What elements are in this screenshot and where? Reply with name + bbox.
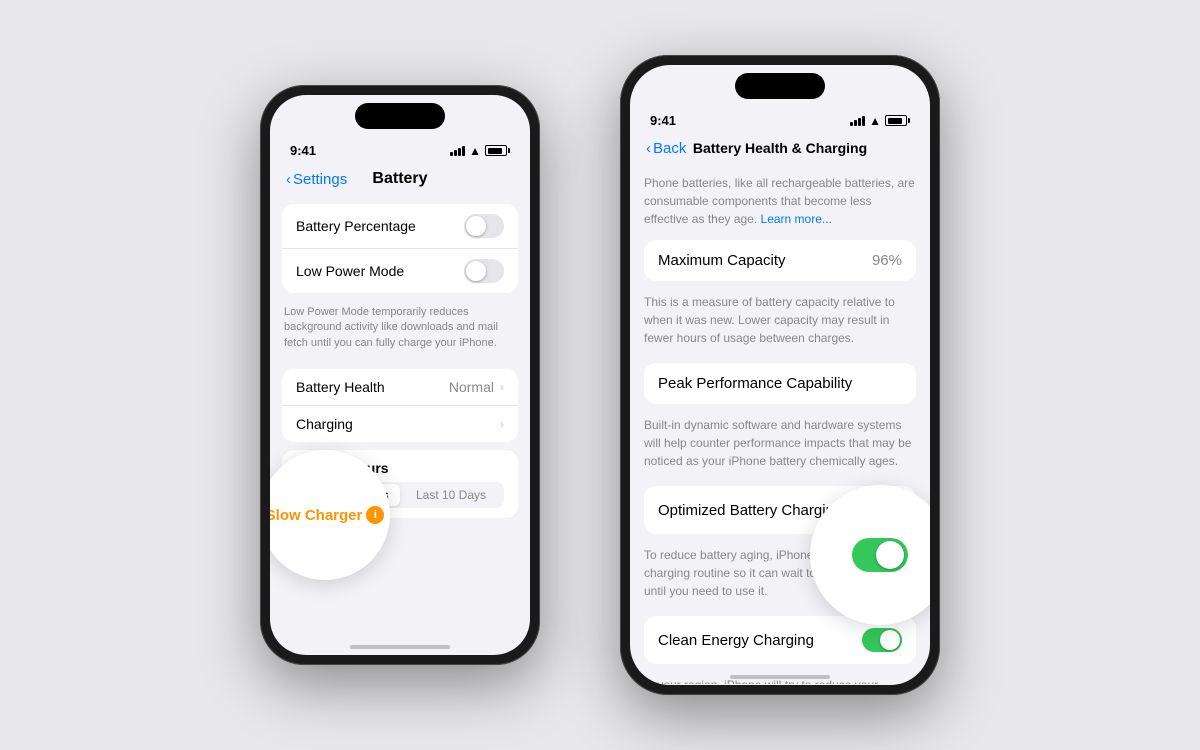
home-indicator-1 bbox=[350, 645, 450, 649]
wifi-icon-2: ▲ bbox=[869, 114, 881, 128]
phone-2-screen: 9:41 ▲ ‹ Back bbox=[630, 65, 930, 685]
battery-percentage-label: Battery Percentage bbox=[296, 218, 416, 234]
signal-icon bbox=[450, 146, 465, 156]
low-power-row[interactable]: Low Power Mode bbox=[282, 249, 518, 293]
battery-health-section: Battery Health Normal › Charging › bbox=[282, 369, 518, 442]
nav-bar-1: ‹ Settings Battery bbox=[270, 166, 530, 196]
peak-performance-desc: Built-in dynamic software and hardware s… bbox=[630, 410, 930, 480]
home-indicator-2 bbox=[730, 675, 830, 679]
dynamic-island-1 bbox=[355, 103, 445, 129]
learn-more-intro[interactable]: Learn more... bbox=[761, 212, 832, 226]
battery-health-label: Battery Health bbox=[296, 379, 385, 395]
chevron-right-icon-charging: › bbox=[500, 417, 504, 431]
chevron-left-icon: ‹ bbox=[286, 171, 291, 188]
max-capacity-desc: This is a measure of battery capacity re… bbox=[630, 287, 930, 357]
battery-health-value: Normal bbox=[449, 379, 494, 395]
tab-10d[interactable]: Last 10 Days bbox=[400, 484, 502, 506]
battery-icon-2 bbox=[885, 115, 910, 126]
battery-health-row[interactable]: Battery Health Normal › bbox=[282, 369, 518, 406]
signal-icon-2 bbox=[850, 116, 865, 126]
slow-charger-badge: Slow Charger i bbox=[270, 450, 390, 580]
back-button-1[interactable]: ‹ Settings bbox=[286, 171, 347, 188]
low-power-toggle[interactable] bbox=[464, 259, 504, 283]
info-icon[interactable]: i bbox=[366, 506, 384, 524]
chevron-right-icon-health: › bbox=[500, 380, 504, 394]
dynamic-island-2 bbox=[735, 73, 825, 99]
peak-performance-section: Peak Performance Capability bbox=[644, 363, 916, 404]
back-label-2: Back bbox=[653, 140, 686, 157]
battery-percentage-toggle[interactable] bbox=[464, 214, 504, 238]
status-icons-2: ▲ bbox=[850, 114, 910, 128]
time-1: 9:41 bbox=[290, 143, 316, 158]
clean-energy-toggle[interactable] bbox=[862, 628, 902, 652]
back-label-1: Settings bbox=[293, 171, 347, 188]
max-capacity-row: Maximum Capacity 96% bbox=[644, 240, 916, 281]
status-icons-1: ▲ bbox=[450, 144, 510, 158]
peak-performance-label: Peak Performance Capability bbox=[658, 375, 852, 392]
slow-charger-label: Slow Charger bbox=[270, 507, 362, 524]
low-power-desc: Low Power Mode temporarily reduces backg… bbox=[270, 301, 530, 361]
toggle-section-1: Battery Percentage Low Power Mode bbox=[282, 204, 518, 293]
max-capacity-value: 96% bbox=[872, 252, 902, 269]
charging-label: Charging bbox=[296, 416, 353, 432]
low-power-label: Low Power Mode bbox=[296, 263, 404, 279]
phone-1: 9:41 ▲ ‹ Sett bbox=[260, 85, 540, 665]
phone-2: 9:41 ▲ ‹ Back bbox=[620, 55, 940, 695]
nav-bar-2: ‹ Back Battery Health & Charging bbox=[630, 136, 930, 164]
peak-performance-row: Peak Performance Capability bbox=[644, 363, 916, 404]
max-capacity-section: Maximum Capacity 96% bbox=[644, 240, 916, 281]
charging-row[interactable]: Charging › bbox=[282, 406, 518, 442]
battery-percentage-row[interactable]: Battery Percentage bbox=[282, 204, 518, 249]
optimized-charging-label: Optimized Battery Charging bbox=[658, 502, 842, 519]
intro-text: Phone batteries, like all rechargeable b… bbox=[630, 164, 930, 234]
max-capacity-label: Maximum Capacity bbox=[658, 252, 786, 269]
time-2: 9:41 bbox=[650, 113, 676, 128]
back-button-2[interactable]: ‹ Back bbox=[646, 140, 686, 157]
battery-icon bbox=[485, 145, 510, 156]
nav-title-1: Battery bbox=[372, 170, 427, 188]
wifi-icon: ▲ bbox=[469, 144, 481, 158]
toggle-large bbox=[852, 538, 908, 572]
nav-title-2: Battery Health & Charging bbox=[693, 140, 867, 156]
chevron-left-icon-2: ‹ bbox=[646, 140, 651, 157]
clean-energy-label: Clean Energy Charging bbox=[658, 632, 814, 649]
phone-1-screen: 9:41 ▲ ‹ Sett bbox=[270, 95, 530, 655]
